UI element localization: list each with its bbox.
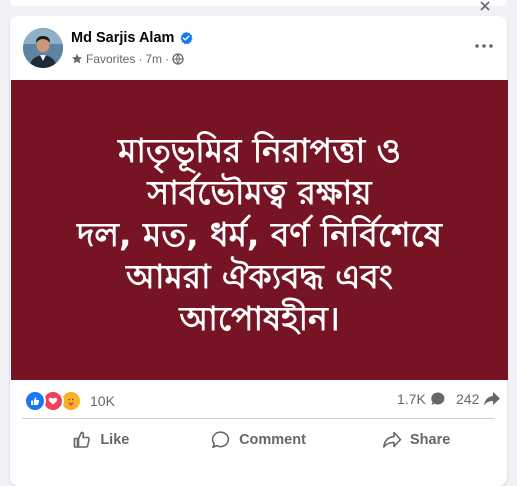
- share-button[interactable]: Share: [337, 422, 495, 458]
- shares-count: 242: [456, 391, 480, 407]
- like-button[interactable]: Like: [22, 422, 180, 458]
- verified-badge-icon: [180, 31, 194, 45]
- comment-label: Comment: [239, 432, 306, 448]
- post-image[interactable]: মাতৃভূমির নিরাপত্তা ও সার্বভৌমত্ব রক্ষায…: [11, 80, 508, 380]
- post-image-line: আপোষহীন।: [179, 299, 340, 338]
- comment-button[interactable]: Comment: [180, 422, 338, 458]
- share-icon: [383, 431, 402, 448]
- author-name-row: Md Sarjis Alam: [71, 29, 194, 47]
- author-name[interactable]: Md Sarjis Alam: [71, 30, 174, 46]
- comment-bubble-icon: [431, 392, 445, 405]
- meta-separator-2: ·: [165, 51, 170, 66]
- comments-count: 1.7K: [397, 391, 426, 407]
- post-image-line: দল, মত, ধর্ম, বর্ণ নির্বিশেষে: [77, 215, 442, 254]
- stats-divider: [22, 418, 495, 419]
- post-meta: Favorites · 7m ·: [71, 51, 184, 66]
- like-label: Like: [100, 432, 130, 448]
- shares-stat[interactable]: 242: [456, 391, 501, 407]
- star-icon: [71, 53, 83, 63]
- post-image-text: মাতৃভূমির নিরাপত্তা ও সার্বভৌমত্ব রক্ষায…: [11, 130, 508, 340]
- post-time[interactable]: 7m: [145, 52, 162, 66]
- previous-post-card-edge: [10, 0, 507, 6]
- comment-icon: [211, 431, 230, 449]
- like-reaction-icon: [24, 390, 46, 412]
- audience-label[interactable]: Favorites: [86, 52, 135, 66]
- comments-stat[interactable]: 1.7K: [397, 391, 446, 407]
- reactions-count: 10K: [90, 393, 115, 409]
- reactions-summary[interactable]: 10K: [24, 390, 115, 412]
- post-actions: Like Comment Share: [22, 422, 495, 458]
- avatar-image: [23, 28, 63, 68]
- like-icon: [74, 431, 91, 448]
- more-options-icon[interactable]: [474, 36, 494, 56]
- close-icon[interactable]: [476, 0, 494, 12]
- share-label: Share: [410, 432, 451, 448]
- globe-icon[interactable]: [172, 52, 184, 65]
- post-image-line: সার্বভৌমত্ব রক্ষায়: [147, 173, 372, 212]
- author-avatar[interactable]: [23, 28, 63, 68]
- post-header: Md Sarjis Alam Favorites · 7m ·: [10, 1, 507, 80]
- post-stats: 10K 1.7K 242: [10, 380, 507, 418]
- post-card: Md Sarjis Alam Favorites · 7m · মাতৃভূমি…: [10, 1, 508, 486]
- post-image-line: মাতৃভূমির নিরাপত্তা ও: [118, 131, 401, 170]
- meta-separator: ·: [138, 51, 143, 66]
- share-arrow-icon: [484, 392, 501, 406]
- post-image-line: আমরা ঐক্যবদ্ধ এবং: [126, 257, 393, 296]
